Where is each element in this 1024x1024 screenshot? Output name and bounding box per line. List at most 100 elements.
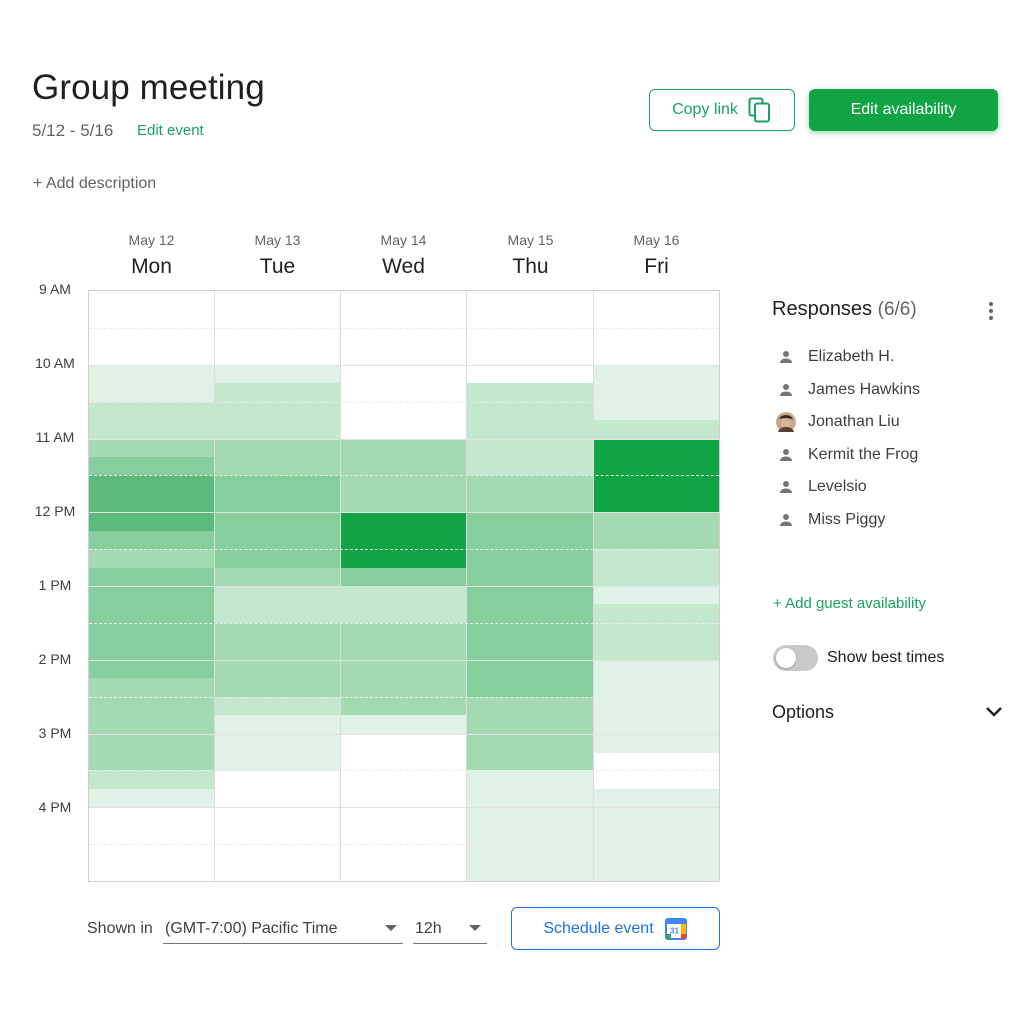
- availability-cell[interactable]: [466, 401, 593, 421]
- availability-cell[interactable]: [214, 641, 340, 661]
- availability-cell[interactable]: [89, 475, 214, 495]
- availability-cell[interactable]: [466, 844, 593, 864]
- response-item[interactable]: Miss Piggy: [776, 509, 885, 531]
- availability-cell[interactable]: [89, 586, 214, 606]
- availability-cell[interactable]: [89, 770, 214, 790]
- edit-availability-button[interactable]: Edit availability: [809, 89, 998, 131]
- availability-cell[interactable]: [593, 807, 719, 827]
- availability-cell[interactable]: [593, 364, 719, 384]
- availability-cell[interactable]: [593, 604, 719, 624]
- availability-cell[interactable]: [214, 696, 340, 716]
- availability-cell[interactable]: [89, 438, 214, 458]
- availability-cell[interactable]: [593, 825, 719, 845]
- availability-cell[interactable]: [340, 678, 466, 698]
- availability-cell[interactable]: [340, 659, 466, 679]
- add-guest-availability-link[interactable]: + Add guest availability: [773, 595, 926, 612]
- availability-cell[interactable]: [89, 549, 214, 569]
- availability-cell[interactable]: [214, 751, 340, 771]
- availability-cell[interactable]: [593, 383, 719, 403]
- availability-grid[interactable]: [88, 290, 720, 882]
- availability-cell[interactable]: [340, 641, 466, 661]
- availability-cell[interactable]: [593, 641, 719, 661]
- availability-cell[interactable]: [214, 456, 340, 476]
- availability-cell[interactable]: [340, 622, 466, 642]
- availability-cell[interactable]: [340, 567, 466, 587]
- availability-cell[interactable]: [466, 456, 593, 476]
- availability-cell[interactable]: [214, 438, 340, 458]
- availability-cell[interactable]: [593, 586, 719, 606]
- availability-cell[interactable]: [593, 862, 719, 881]
- availability-cell[interactable]: [593, 438, 719, 458]
- availability-cell[interactable]: [340, 604, 466, 624]
- availability-cell[interactable]: [466, 751, 593, 771]
- response-item[interactable]: James Hawkins: [776, 379, 920, 401]
- availability-cell[interactable]: [89, 604, 214, 624]
- availability-cell[interactable]: [89, 512, 214, 532]
- availability-cell[interactable]: [340, 530, 466, 550]
- availability-cell[interactable]: [593, 493, 719, 513]
- availability-cell[interactable]: [593, 512, 719, 532]
- availability-cell[interactable]: [89, 659, 214, 679]
- availability-cell[interactable]: [89, 493, 214, 513]
- availability-cell[interactable]: [89, 622, 214, 642]
- availability-cell[interactable]: [89, 678, 214, 698]
- availability-cell[interactable]: [89, 456, 214, 476]
- add-description-link[interactable]: + Add description: [33, 175, 156, 193]
- availability-cell[interactable]: [89, 364, 214, 384]
- availability-cell[interactable]: [593, 715, 719, 735]
- availability-cell[interactable]: [89, 383, 214, 403]
- availability-cell[interactable]: [89, 401, 214, 421]
- availability-cell[interactable]: [466, 622, 593, 642]
- availability-cell[interactable]: [89, 641, 214, 661]
- availability-cell[interactable]: [593, 456, 719, 476]
- availability-cell[interactable]: [466, 659, 593, 679]
- availability-cell[interactable]: [89, 733, 214, 753]
- availability-cell[interactable]: [214, 401, 340, 421]
- availability-cell[interactable]: [466, 493, 593, 513]
- availability-cell[interactable]: [214, 586, 340, 606]
- availability-cell[interactable]: [214, 567, 340, 587]
- copy-link-button[interactable]: Copy link: [649, 89, 795, 131]
- availability-cell[interactable]: [466, 678, 593, 698]
- availability-cell[interactable]: [466, 770, 593, 790]
- schedule-event-button[interactable]: Schedule event 31: [511, 907, 720, 950]
- availability-cell[interactable]: [214, 493, 340, 513]
- availability-cell[interactable]: [214, 512, 340, 532]
- availability-cell[interactable]: [89, 696, 214, 716]
- availability-cell[interactable]: [593, 788, 719, 808]
- more-options-icon[interactable]: [984, 300, 998, 322]
- availability-cell[interactable]: [214, 604, 340, 624]
- availability-cell[interactable]: [466, 567, 593, 587]
- availability-cell[interactable]: [214, 549, 340, 569]
- availability-cell[interactable]: [214, 364, 340, 384]
- availability-cell[interactable]: [340, 493, 466, 513]
- availability-cell[interactable]: [593, 733, 719, 753]
- availability-cell[interactable]: [593, 696, 719, 716]
- availability-cell[interactable]: [214, 475, 340, 495]
- availability-cell[interactable]: [340, 475, 466, 495]
- availability-cell[interactable]: [466, 641, 593, 661]
- availability-cell[interactable]: [89, 567, 214, 587]
- availability-cell[interactable]: [593, 844, 719, 864]
- availability-cell[interactable]: [340, 456, 466, 476]
- edit-event-link[interactable]: Edit event: [137, 122, 204, 139]
- availability-cell[interactable]: [89, 751, 214, 771]
- availability-cell[interactable]: [466, 420, 593, 440]
- availability-cell[interactable]: [593, 530, 719, 550]
- availability-cell[interactable]: [89, 530, 214, 550]
- availability-cell[interactable]: [466, 696, 593, 716]
- availability-cell[interactable]: [593, 678, 719, 698]
- availability-cell[interactable]: [340, 586, 466, 606]
- availability-cell[interactable]: [593, 622, 719, 642]
- response-item[interactable]: Jonathan Liu: [776, 411, 900, 433]
- availability-cell[interactable]: [214, 733, 340, 753]
- availability-cell[interactable]: [466, 807, 593, 827]
- availability-cell[interactable]: [466, 788, 593, 808]
- availability-cell[interactable]: [593, 659, 719, 679]
- availability-cell[interactable]: [214, 659, 340, 679]
- availability-cell[interactable]: [593, 475, 719, 495]
- availability-cell[interactable]: [89, 788, 214, 808]
- availability-cell[interactable]: [89, 420, 214, 440]
- availability-cell[interactable]: [593, 401, 719, 421]
- availability-cell[interactable]: [214, 420, 340, 440]
